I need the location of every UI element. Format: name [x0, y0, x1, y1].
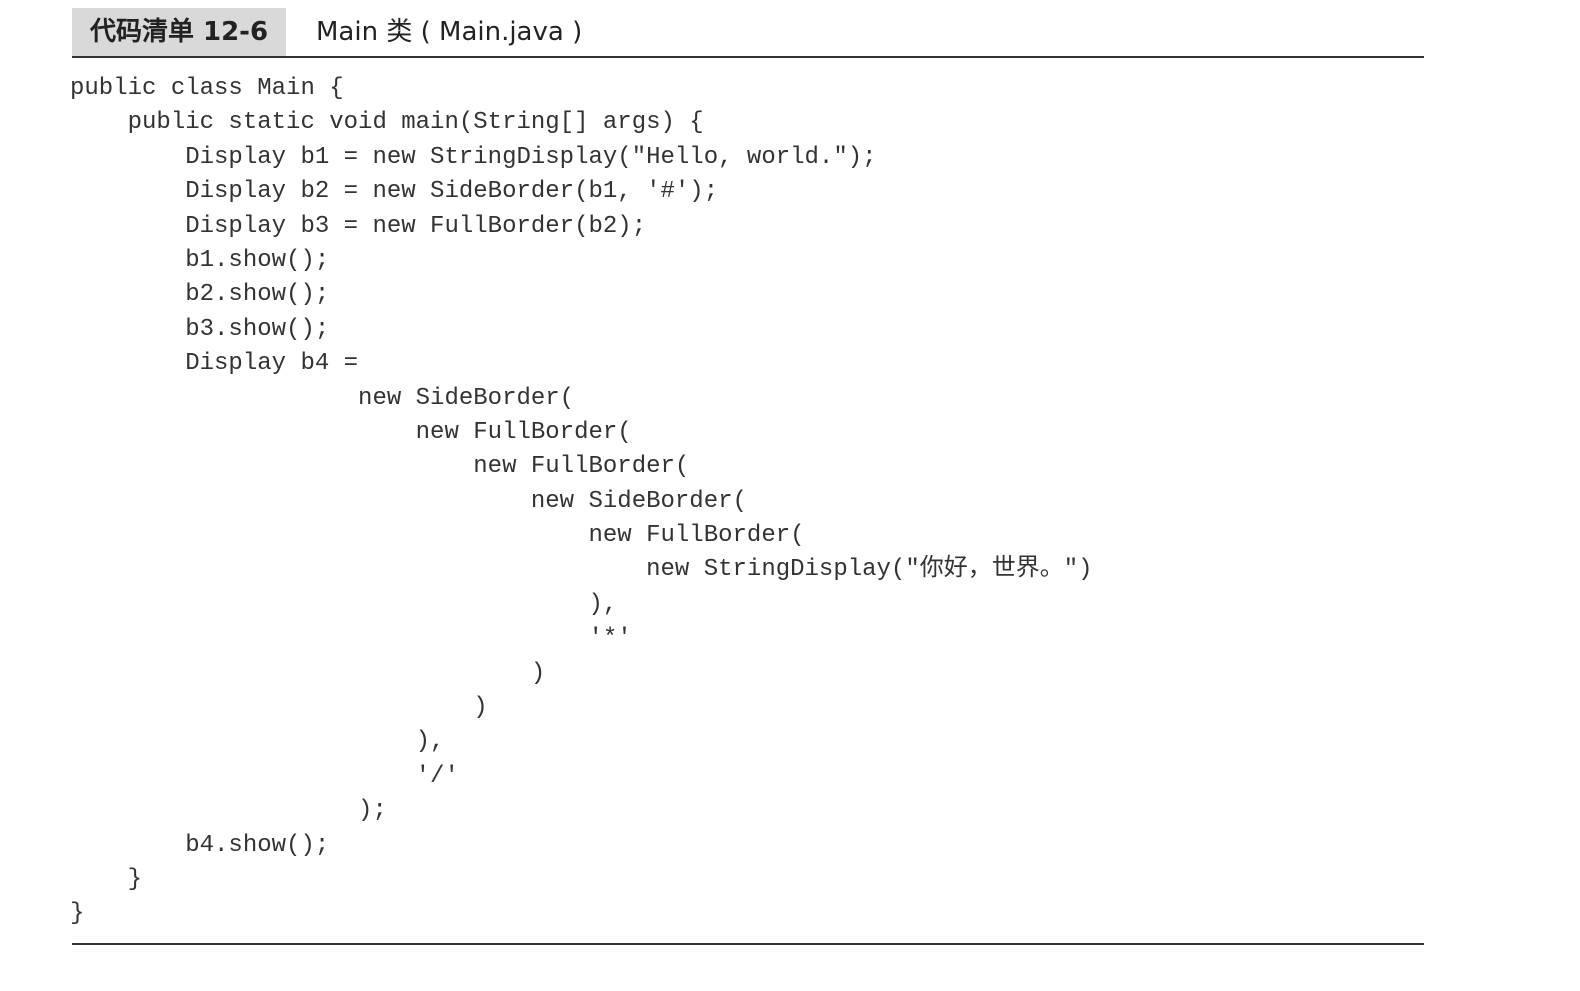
code-line: b2.show();: [70, 281, 330, 309]
listing-header: 代码清单 12-6 Main 类 ( Main.java ): [72, 8, 1424, 56]
code-line: );: [70, 797, 387, 825]
code-line: new FullBorder(: [70, 418, 632, 446]
bottom-rule: [72, 943, 1424, 945]
top-rule: [72, 56, 1424, 58]
code-line: b3.show();: [70, 315, 330, 343]
code-line: Display b2 = new SideBorder(b1, '#');: [70, 178, 719, 206]
listing-label: 代码清单 12-6: [72, 8, 286, 56]
code-line: new SideBorder(: [70, 487, 747, 515]
code-line: '/': [70, 762, 459, 790]
code-line: Display b4 =: [70, 350, 359, 378]
code-line: b4.show();: [70, 831, 330, 859]
code-line: b1.show();: [70, 246, 330, 274]
code-line: Display b3 = new FullBorder(b2);: [70, 212, 647, 240]
code-line: new StringDisplay("你好，世界。"): [70, 556, 1093, 584]
code-line: new FullBorder(: [70, 453, 690, 481]
code-line: public static void main(String[] args) {: [70, 109, 704, 137]
code-line: new SideBorder(: [70, 384, 575, 412]
code-line: public class Main {: [70, 75, 344, 102]
code-line: ): [70, 659, 546, 687]
code-line: ),: [70, 728, 445, 756]
code-line: Display b1 = new StringDisplay("Hello, w…: [70, 143, 877, 171]
code-line: new FullBorder(: [70, 522, 805, 550]
code-line: }: [70, 865, 143, 893]
code-listing: public class Main { public static void m…: [70, 72, 1093, 932]
code-line: ): [70, 694, 488, 722]
code-line: '*': [70, 625, 632, 653]
code-line: }: [70, 900, 85, 928]
listing-title: Main 类 ( Main.java ): [316, 17, 583, 47]
code-line: ),: [70, 590, 618, 618]
